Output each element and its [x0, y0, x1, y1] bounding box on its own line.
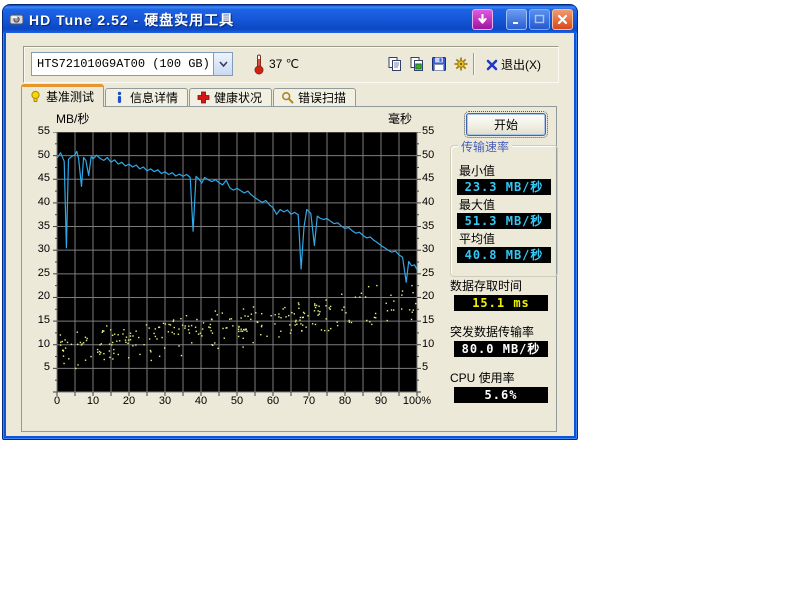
transfer-rate-group: 传输速率 最小值 23.3 MB/秒 最大值 51.3 MB/秒 平均值 40.…: [450, 145, 558, 277]
maximize-button[interactable]: [529, 9, 550, 30]
tab-error-scan-label: 错误扫描: [298, 89, 346, 106]
y-tick-label-left: 45: [24, 172, 50, 184]
max-value: 51.3 MB/秒: [457, 213, 551, 229]
download-arrow-button[interactable]: [472, 9, 493, 30]
save-icon: [431, 56, 447, 72]
maximize-icon: [534, 14, 545, 25]
y-tick-label-right: 30: [422, 243, 448, 255]
access-time-value: 15.1 ms: [454, 295, 548, 311]
close-button[interactable]: [552, 9, 573, 30]
toolbar-separator: [473, 53, 475, 75]
y-tick-label-left: 25: [24, 267, 50, 279]
magnifier-icon: [281, 91, 294, 104]
minimize-icon: [511, 14, 522, 25]
exit-label: 退出(X): [501, 56, 541, 73]
exit-x-icon: [486, 59, 498, 71]
left-axis-label: MB/秒: [56, 110, 89, 127]
chevron-down-icon[interactable]: [213, 53, 232, 75]
tab-health[interactable]: 健康状况: [189, 88, 272, 107]
y-tick-label-right: 10: [422, 338, 448, 350]
y-tick-label-right: 50: [422, 149, 448, 161]
temperature-value: 37 ℃: [269, 57, 299, 71]
y-tick-label-right: 5: [422, 361, 448, 373]
tab-info-label: 信息详情: [130, 89, 178, 106]
y-tick-label-right: 25: [422, 267, 448, 279]
y-tick-label-left: 5: [24, 361, 50, 373]
y-tick-label-left: 15: [24, 314, 50, 326]
client-area: HTS721010G9AT00 (100 GB) 37 ℃: [6, 33, 574, 436]
avg-label: 平均值: [459, 230, 495, 247]
avg-value: 40.8 MB/秒: [457, 247, 551, 263]
y-tick-label-left: 10: [24, 338, 50, 350]
cpu-usage-label: CPU 使用率: [450, 369, 515, 386]
copy-image-button[interactable]: [407, 53, 427, 75]
min-value: 23.3 MB/秒: [457, 179, 551, 195]
health-cross-icon: [197, 91, 210, 104]
drive-select[interactable]: HTS721010G9AT00 (100 GB): [31, 52, 233, 76]
benchmark-panel: MB/秒 毫秒 555045403530252015105 5550454035…: [21, 106, 557, 432]
burst-rate-value: 80.0 MB/秒: [454, 341, 548, 357]
start-button[interactable]: 开始: [466, 113, 546, 136]
access-time-label: 数据存取时间: [450, 277, 522, 294]
window-title: HD Tune 2.52 - 硬盘实用工具: [29, 10, 470, 30]
tab-info[interactable]: 信息详情: [105, 88, 188, 107]
y-tick-label-left: 30: [24, 243, 50, 255]
min-label: 最小值: [459, 162, 495, 179]
tab-health-label: 健康状况: [214, 89, 262, 106]
copy-icon: [387, 56, 403, 72]
thermometer-icon: [253, 53, 265, 75]
options-button[interactable]: [451, 53, 471, 75]
y-tick-label-right: 15: [422, 314, 448, 326]
y-tick-label-left: 35: [24, 220, 50, 232]
exit-button[interactable]: 退出(X): [480, 52, 547, 77]
cpu-usage-value: 5.6%: [454, 387, 548, 403]
start-button-wrap: 开始: [466, 113, 546, 136]
y-tick-label-left: 20: [24, 290, 50, 302]
copy-text-button[interactable]: [385, 53, 405, 75]
options-gear-icon: [453, 56, 469, 72]
max-label: 最大值: [459, 196, 495, 213]
y-tick-label-left: 40: [24, 196, 50, 208]
copy-image-icon: [409, 56, 425, 72]
right-axis-label: 毫秒: [388, 110, 428, 127]
app-disk-icon: [9, 12, 24, 27]
tab-benchmark[interactable]: 基准测试: [21, 84, 104, 107]
save-screenshot-button[interactable]: [429, 53, 449, 75]
close-icon: [557, 14, 568, 25]
y-tick-label-left: 50: [24, 149, 50, 161]
y-tick-label-right: 40: [422, 196, 448, 208]
tab-bar: 基准测试 信息详情 健康状况: [21, 85, 357, 107]
hd-tune-window: HD Tune 2.52 - 硬盘实用工具: [2, 4, 578, 440]
y-tick-label-right: 20: [422, 290, 448, 302]
y-tick-label-left: 55: [24, 125, 50, 137]
info-icon: [113, 91, 126, 104]
tab-benchmark-label: 基准测试: [46, 88, 94, 105]
y-tick-label-right: 35: [422, 220, 448, 232]
tab-error-scan[interactable]: 错误扫描: [273, 88, 356, 107]
desktop: HD Tune 2.52 - 硬盘实用工具: [0, 0, 800, 600]
title-bar[interactable]: HD Tune 2.52 - 硬盘实用工具: [3, 5, 577, 33]
benchmark-plot: [52, 132, 422, 398]
down-arrow-icon: [477, 14, 488, 25]
bulb-icon: [29, 90, 42, 103]
minimize-button[interactable]: [506, 9, 527, 30]
burst-rate-label: 突发数据传输率: [450, 323, 534, 340]
drive-select-value: HTS721010G9AT00 (100 GB): [32, 57, 213, 71]
transfer-rate-group-title: 传输速率: [458, 138, 512, 155]
y-tick-label-right: 45: [422, 172, 448, 184]
